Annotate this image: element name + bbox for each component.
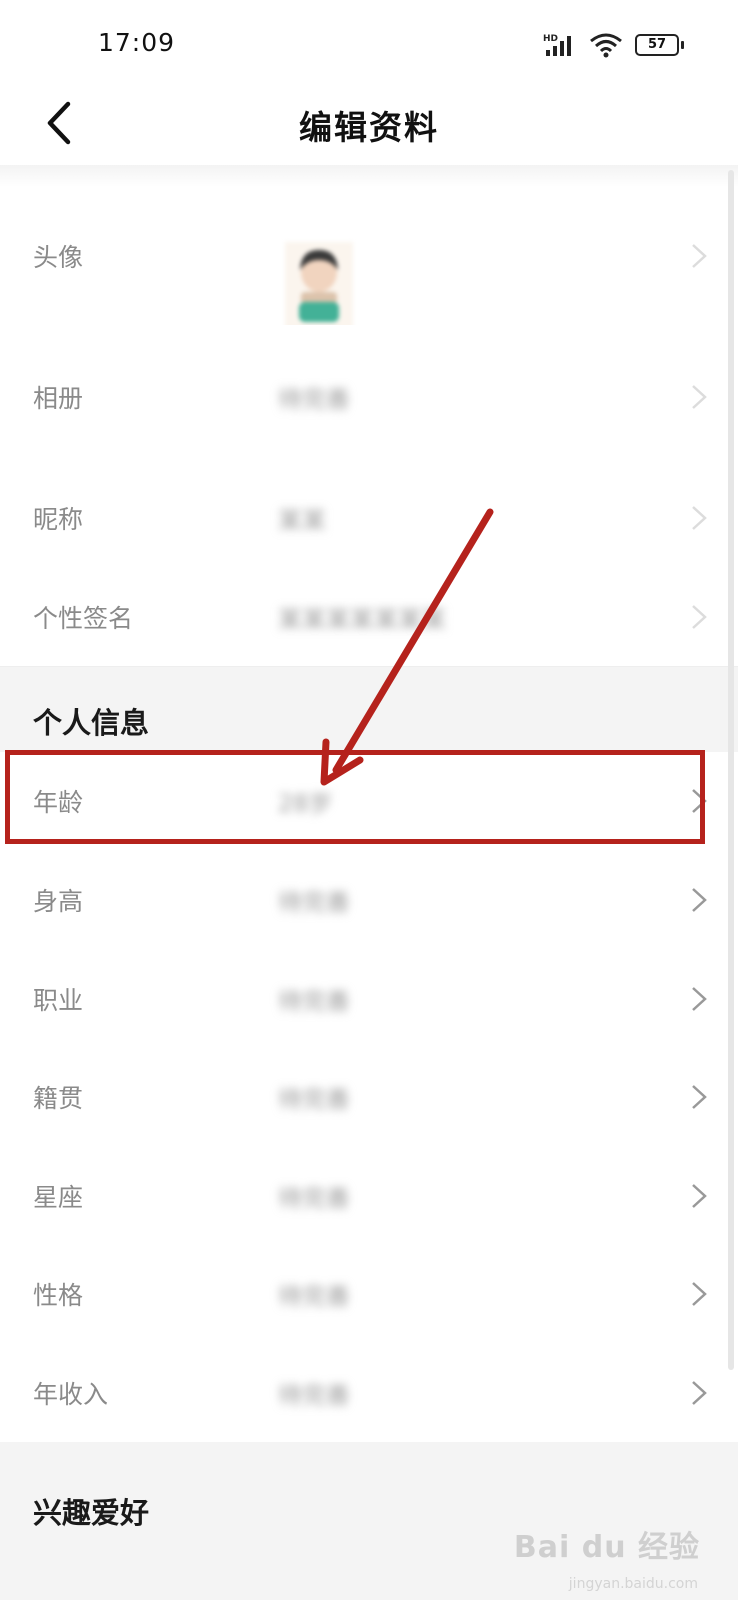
status-bar: 17:09 HD 57 [0, 0, 738, 85]
cellular-signal-icon: HD [543, 34, 571, 56]
occupation-row[interactable]: 职业 待完善 [0, 949, 738, 1049]
row-label: 年龄 [33, 788, 84, 817]
row-value: 待完善 [278, 987, 350, 1015]
row-label: 个性签名 [33, 604, 134, 633]
row-value: 待完善 [278, 1282, 350, 1311]
page-title: 编辑资料 [299, 108, 439, 147]
row-value: 28岁 [278, 789, 333, 818]
status-icons: HD 57 [543, 32, 684, 58]
row-label: 职业 [33, 985, 84, 1015]
avatar-row[interactable]: 头像 [0, 187, 738, 332]
row-label: 性格 [33, 1281, 84, 1310]
row-label: 年收入 [33, 1379, 109, 1409]
row-label: 昵称 [33, 505, 84, 534]
age-row[interactable]: 年龄 28岁 [0, 752, 738, 851]
row-value: 待完善 [278, 888, 350, 916]
wifi-icon [590, 33, 622, 58]
row-value: 某某某某某某某 [278, 605, 446, 634]
chevron-right-icon [692, 887, 707, 912]
chevron-right-icon [692, 986, 707, 1011]
annual-income-row[interactable]: 年收入 待完善 [0, 1343, 738, 1442]
row-value: 某某 [278, 506, 326, 535]
row-label: 身高 [33, 886, 84, 916]
chevron-right-icon [692, 506, 707, 530]
network-type-label: HD [543, 34, 558, 44]
chevron-right-icon [692, 1282, 707, 1306]
album-row[interactable]: 相册 待完善 [0, 325, 738, 469]
chevron-right-icon [692, 605, 707, 629]
row-label: 籍贯 [33, 1084, 84, 1113]
row-value: 待完善 [278, 1381, 350, 1409]
constellation-row[interactable]: 星座 待完善 [0, 1146, 738, 1246]
hometown-row[interactable]: 籍贯 待完善 [0, 1048, 738, 1147]
baidu-watermark-url: jingyan.baidu.com [568, 1576, 698, 1592]
chevron-right-icon [692, 1085, 707, 1109]
chevron-right-icon [692, 1183, 707, 1208]
chevron-right-icon [692, 384, 707, 409]
baidu-watermark-logo: Bai du 经验 [513, 1530, 700, 1565]
status-time: 17:09 [98, 28, 176, 57]
chevron-right-icon [692, 789, 707, 813]
battery-level: 57 [635, 34, 679, 56]
personality-row[interactable]: 性格 待完善 [0, 1245, 738, 1344]
row-value: 待完善 [278, 385, 350, 413]
row-value: 待完善 [278, 1184, 350, 1212]
chevron-right-icon [692, 244, 707, 268]
row-label: 相册 [33, 383, 84, 413]
row-value: 待完善 [278, 1085, 350, 1114]
nickname-row[interactable]: 昵称 某某 [0, 468, 738, 569]
height-row[interactable]: 身高 待完善 [0, 850, 738, 950]
signature-row[interactable]: 个性签名 某某某某某某某 [0, 568, 738, 667]
section-title-personal-info: 个人信息 [33, 706, 150, 740]
row-label: 头像 [33, 243, 84, 272]
battery-icon: 57 [635, 34, 684, 56]
avatar [285, 242, 353, 332]
row-label: 星座 [33, 1182, 84, 1212]
top-fade [0, 165, 738, 187]
chevron-right-icon [692, 1380, 707, 1405]
section-title-interests: 兴趣爱好 [33, 1496, 150, 1530]
scrollbar[interactable] [728, 170, 734, 1370]
nav-bar: 编辑资料 [0, 85, 738, 165]
